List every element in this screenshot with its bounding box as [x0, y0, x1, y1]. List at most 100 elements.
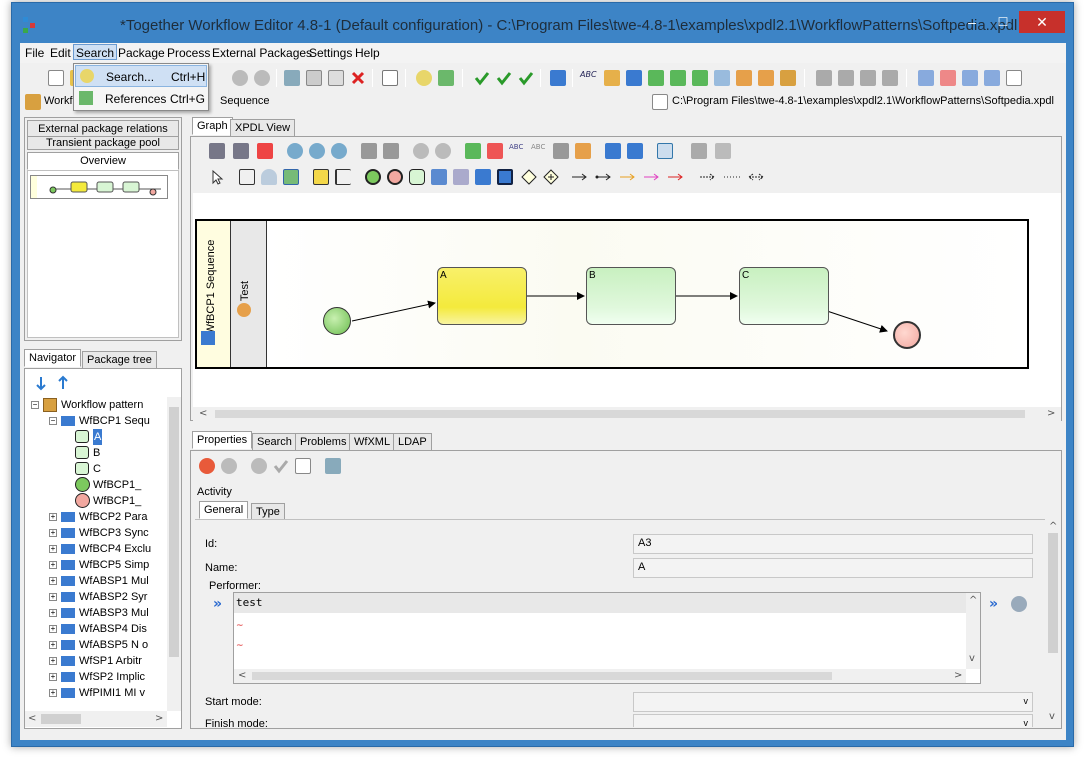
applications-icon[interactable]: [648, 70, 664, 86]
tab-search[interactable]: Search: [252, 433, 297, 451]
tab-overview[interactable]: Overview: [27, 152, 179, 170]
tab-xpdl-view[interactable]: XPDL View: [230, 119, 296, 137]
tree-toggle-icon[interactable]: +: [49, 609, 57, 617]
association-dotted-icon[interactable]: [723, 169, 740, 185]
menu-help[interactable]: Help: [353, 45, 382, 61]
transition-otherwise-icon[interactable]: [619, 169, 635, 185]
references-icon[interactable]: [438, 70, 454, 86]
menu-process[interactable]: Process: [165, 45, 212, 61]
activity-b[interactable]: B: [586, 267, 676, 325]
search-icon[interactable]: [416, 70, 432, 86]
external-icon-3[interactable]: [962, 70, 978, 86]
abc-icon[interactable]: ABC: [531, 143, 547, 159]
pointer-icon[interactable]: [209, 169, 225, 185]
transition-cond-icon[interactable]: [595, 169, 611, 185]
properties-vscrollbar[interactable]: ^ v: [1046, 519, 1060, 727]
block-icon[interactable]: [453, 169, 469, 185]
check-package-icon[interactable]: [518, 70, 534, 86]
scroll-left-arrow[interactable]: <: [238, 670, 246, 681]
performer-hscrollbar[interactable]: < >: [234, 669, 966, 683]
scroll-up-arrow[interactable]: ^: [969, 595, 977, 606]
redo-icon[interactable]: [383, 143, 399, 159]
minimize-button[interactable]: –: [958, 11, 986, 33]
external-icon-4[interactable]: [984, 70, 1000, 86]
export-icon[interactable]: [325, 458, 341, 474]
start-event-icon[interactable]: [365, 169, 381, 185]
scroll-left-arrow[interactable]: <: [199, 408, 207, 419]
tool-icon-3[interactable]: [860, 70, 876, 86]
note-icon[interactable]: [313, 169, 329, 185]
tab-wfxml[interactable]: WfXML: [349, 433, 396, 451]
transition-icon[interactable]: [571, 169, 587, 185]
svg-icon[interactable]: [233, 143, 249, 159]
zoom-actual-icon[interactable]: [309, 143, 325, 159]
association-icon[interactable]: [699, 169, 715, 185]
remove-icon[interactable]: [487, 143, 503, 159]
activity-a[interactable]: A: [437, 267, 527, 325]
disabled-circle-icon[interactable]: [413, 143, 429, 159]
close-button[interactable]: ✕: [1019, 11, 1065, 33]
tab-transient-package-pool[interactable]: Transient package pool: [27, 136, 179, 150]
tree-toggle-icon[interactable]: −: [31, 401, 39, 409]
tab-graph[interactable]: Graph: [192, 117, 233, 135]
menu-search[interactable]: Search: [73, 44, 118, 60]
start-mode-select[interactable]: v: [633, 692, 1033, 712]
insert-icon[interactable]: [465, 143, 481, 159]
namespaces-icon[interactable]: [758, 70, 774, 86]
tree-toggle-icon[interactable]: +: [49, 529, 57, 537]
add-icon[interactable]: [283, 169, 299, 185]
menu-references-item[interactable]: References Ctrl+G: [75, 88, 207, 110]
performer-editor[interactable]: test ~ ~ ^ v < >: [233, 592, 981, 684]
id-field[interactable]: A3: [633, 534, 1033, 554]
end-event-icon[interactable]: [387, 169, 403, 185]
external-icon[interactable]: [918, 70, 934, 86]
performer-expand-icon[interactable]: »: [213, 596, 229, 612]
menu-settings[interactable]: Settings: [307, 45, 354, 61]
transition-default-exception-icon[interactable]: [667, 169, 683, 185]
tool-activity-icon[interactable]: [497, 169, 513, 185]
tab-navigator[interactable]: Navigator: [24, 349, 82, 367]
scroll-left-arrow[interactable]: <: [28, 713, 36, 724]
scroll-right-arrow[interactable]: >: [155, 713, 163, 724]
cut-icon[interactable]: [284, 70, 300, 86]
gateway-icon[interactable]: [521, 169, 537, 185]
new-icon[interactable]: [48, 70, 64, 86]
participant-tool-icon[interactable]: [261, 169, 277, 185]
tree-toggle-icon[interactable]: +: [49, 593, 57, 601]
jpg-icon[interactable]: [209, 143, 225, 159]
spellcheck-icon[interactable]: ABC: [580, 70, 597, 86]
delete-icon[interactable]: [350, 70, 366, 86]
tool-icon-4[interactable]: [882, 70, 898, 86]
types-icon[interactable]: [670, 70, 686, 86]
tab-properties[interactable]: Properties: [192, 431, 253, 449]
tree-toggle-icon[interactable]: −: [49, 417, 57, 425]
tree-toggle-icon[interactable]: +: [49, 561, 57, 569]
association-bidirectional-icon[interactable]: [747, 169, 764, 185]
tree-toggle-icon[interactable]: +: [49, 673, 57, 681]
scroll-right-arrow[interactable]: >: [1047, 408, 1055, 419]
pdf-icon[interactable]: [257, 143, 273, 159]
name-field[interactable]: A: [633, 558, 1033, 578]
back-icon[interactable]: [199, 458, 215, 474]
scroll-up-arrow[interactable]: ^: [1049, 521, 1057, 532]
document-icon[interactable]: [295, 458, 311, 474]
copy-icon[interactable]: [306, 70, 322, 86]
disabled-circle-icon-2[interactable]: [435, 143, 451, 159]
diagram-canvas[interactable]: WfBCP1 Sequence Test A B C: [193, 193, 1061, 407]
grid-toggle-icon[interactable]: [691, 143, 707, 159]
pool[interactable]: WfBCP1 Sequence Test A B C: [195, 219, 1029, 369]
end-event[interactable]: [893, 321, 921, 349]
gateway-parallel-icon[interactable]: [543, 169, 559, 185]
properties-vscroll-thumb[interactable]: [1048, 533, 1058, 653]
graph-hscroll-thumb[interactable]: [215, 410, 1025, 418]
tool-icon[interactable]: [816, 70, 832, 86]
title-bar[interactable]: *Together Workflow Editor 4.8-1 (Default…: [12, 3, 1073, 43]
menu-file[interactable]: File: [23, 45, 46, 61]
disabled-icon[interactable]: [232, 70, 248, 86]
tree-toggle-icon[interactable]: +: [49, 689, 57, 697]
process-icon[interactable]: [550, 70, 566, 86]
tree-toggle-icon[interactable]: +: [49, 625, 57, 633]
maximize-button[interactable]: ☐: [989, 11, 1017, 33]
participants-icon[interactable]: [604, 70, 620, 86]
scroll-down-arrow[interactable]: v: [969, 653, 975, 664]
